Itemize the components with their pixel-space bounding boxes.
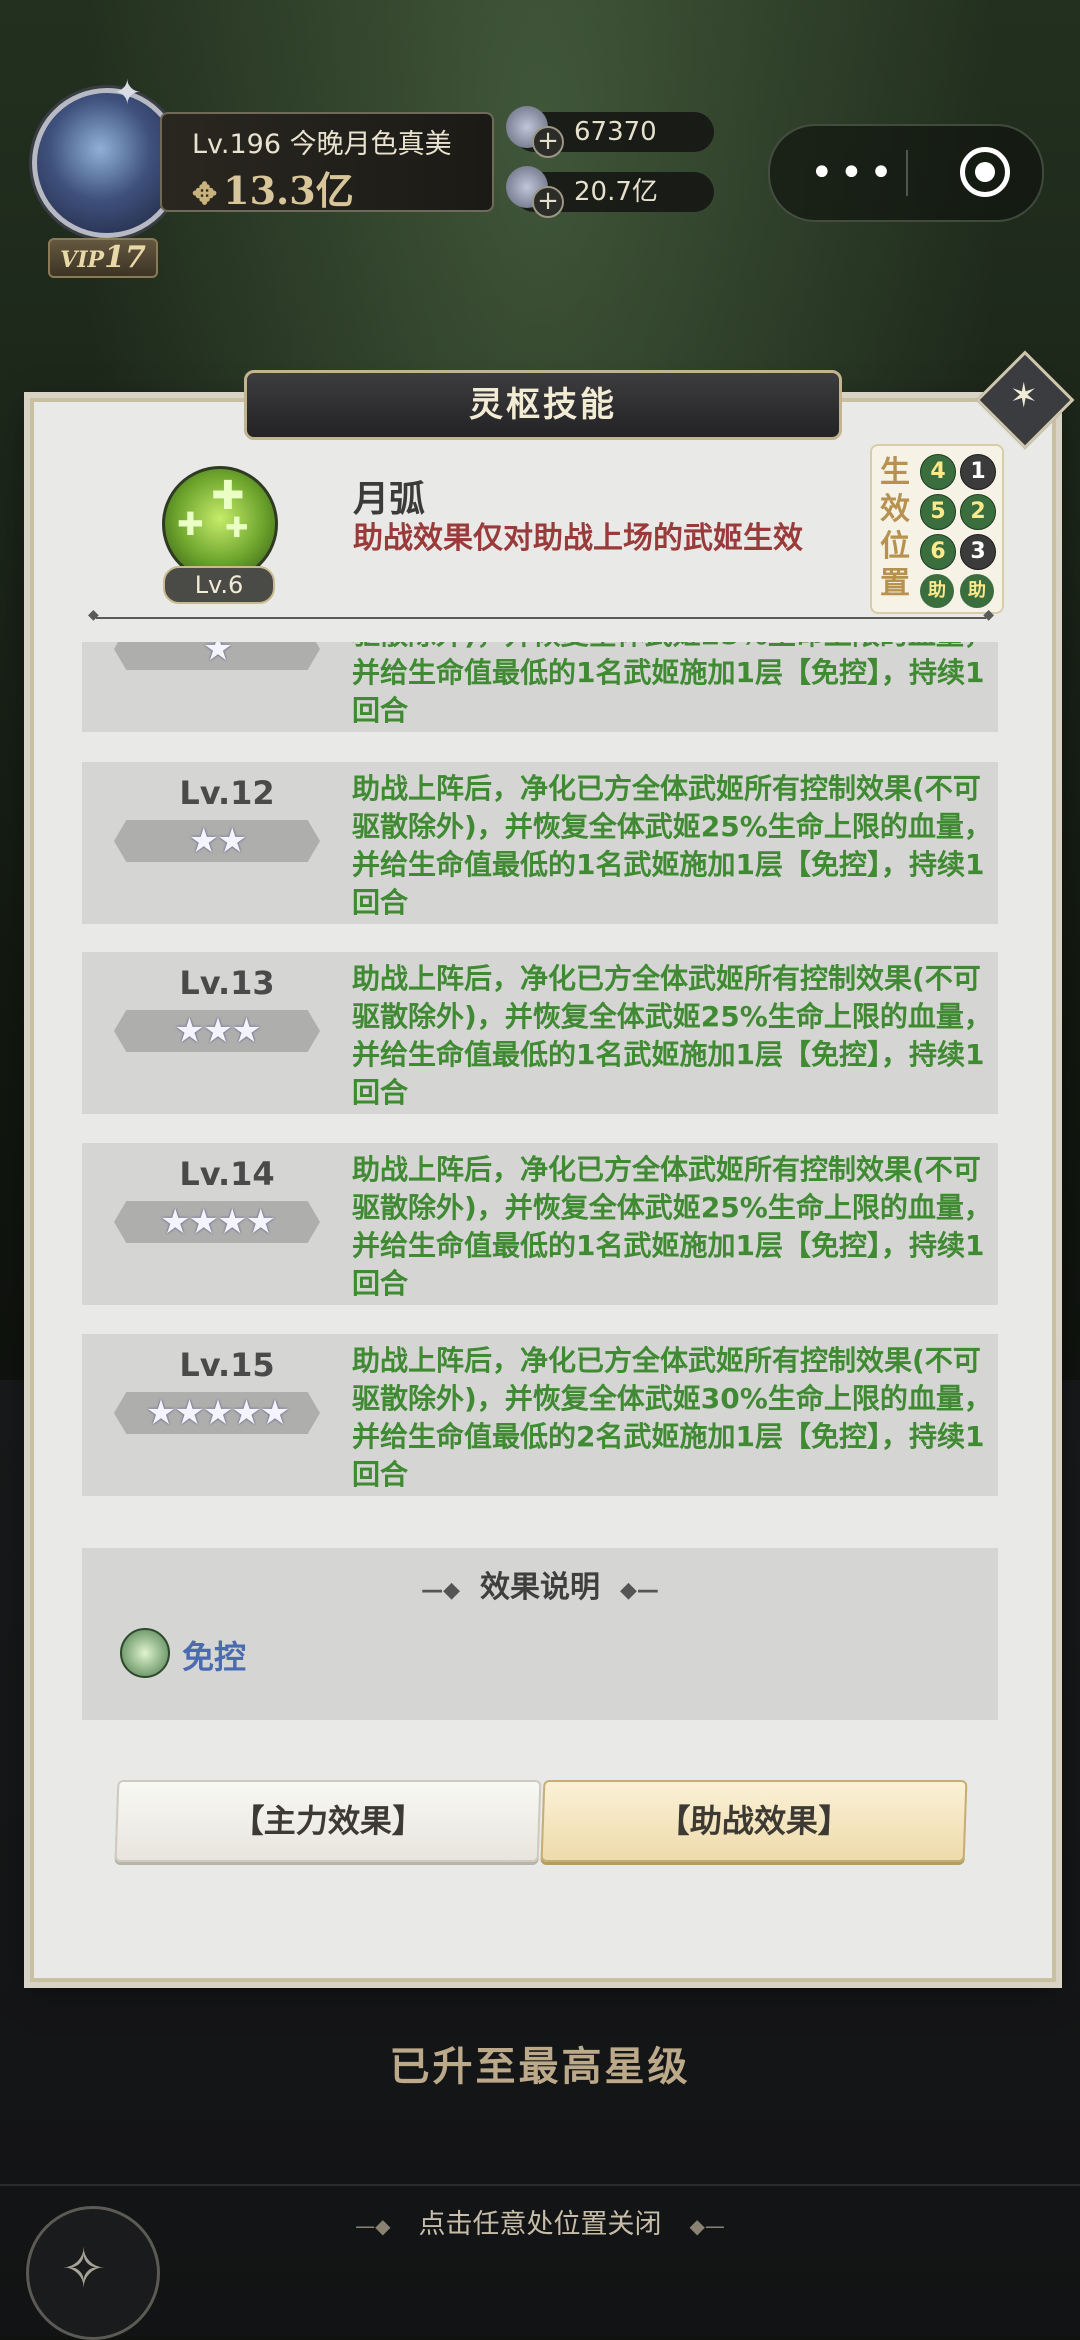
player-name: 今晚月色真美: [289, 129, 452, 160]
tab-main-effect[interactable]: 【主力效果】: [114, 1780, 542, 1862]
ornament-right-icon: ◆—: [689, 2214, 725, 2238]
player-level: Lv.196: [192, 129, 282, 160]
cross-icon: ✚: [225, 511, 249, 544]
player-power: ✥ 13.3亿: [192, 160, 354, 215]
skill-level-badge: Lv.6: [163, 566, 275, 604]
coin-resource: + 20.7亿: [506, 166, 714, 218]
skill-icon: ✚ ✚ ✚: [162, 466, 278, 582]
add-gem-button[interactable]: +: [532, 126, 564, 158]
panel-title: 灵枢技能: [469, 385, 617, 425]
player-name-line: Lv.196 今晚月色真美: [192, 122, 452, 161]
capsule-separator: [906, 150, 908, 196]
arrow-icon: ✧: [61, 2237, 107, 2300]
star-icons: ★: [202, 642, 233, 669]
star-bar: ★★★★: [114, 1201, 320, 1243]
position-cell: 6: [920, 534, 956, 570]
star-bar: ★★★: [114, 1010, 320, 1052]
control-immunity-tag[interactable]: 免控: [182, 1632, 246, 1678]
level-row: Lv.15 ★★★★★ 助战上阵后，净化已方全体武姬所有控制效果(不可驱散除外)…: [82, 1334, 998, 1496]
position-cell: 1: [960, 454, 996, 490]
star-bar: ★: [114, 642, 320, 670]
player-info-plate: Lv.196 今晚月色真美 ✥ 13.3亿: [160, 112, 494, 215]
vip-level: 17: [104, 240, 146, 275]
position-cell: 2: [960, 494, 996, 530]
effect-title-text: 效果说明: [480, 1570, 600, 1605]
gem-resource: + 67370: [506, 106, 714, 158]
control-immunity-icon[interactable]: [120, 1628, 170, 1678]
skill-description: 助战效果仅对助战上场的武姬生效: [353, 521, 803, 556]
star-icons: ★★★★: [160, 1202, 276, 1242]
navigation-button[interactable]: ✧: [26, 2206, 160, 2340]
ornament-right-icon: ◆—: [620, 1578, 659, 1603]
footer-divider: [0, 2184, 1080, 2186]
section-divider: [88, 607, 994, 623]
ornament-left-icon: —◆: [421, 1578, 460, 1603]
level-row: Lv.12 ★★ 助战上阵后，净化已方全体武姬所有控制效果(不可驱散除外)，并恢…: [82, 762, 998, 924]
level-list[interactable]: ★ 助战上阵后，净化已方全体武姬所有控制效果(不可驱散除外)，并恢复全体武姬25…: [82, 642, 998, 1502]
power-icon: ✥: [192, 177, 218, 212]
compass-star-icon: ✶: [1009, 375, 1039, 416]
level-description: 助战上阵后，净化已方全体武姬所有控制效果(不可驱散除外)，并恢复全体武姬25%生…: [352, 642, 992, 727]
level-row: ★ 助战上阵后，净化已方全体武姬所有控制效果(不可驱散除外)，并恢复全体武姬25…: [82, 642, 998, 732]
gem-value: 67370: [574, 117, 657, 147]
effect-position-box: 生效位置 4 1 5 2 6 3 助 助: [870, 444, 1004, 614]
skill-name: 月弧: [353, 479, 426, 520]
position-cell: 4: [920, 454, 956, 490]
max-star-status: 已升至最高星级: [389, 2044, 691, 2090]
level-description: 助战上阵后，净化已方全体武姬所有控制效果(不可驱散除外)，并恢复全体武姬25%生…: [352, 1153, 992, 1300]
position-cell: 助: [920, 574, 954, 608]
star-icons: ★★: [188, 821, 248, 861]
level-description: 助战上阵后，净化已方全体武姬所有控制效果(不可驱散除外)，并恢复全体武姬25%生…: [352, 962, 992, 1109]
vip-prefix: VIP: [60, 247, 105, 273]
effect-position-label: 生效位置: [880, 455, 910, 601]
position-cell: 3: [960, 534, 996, 570]
level-title: Lv.14: [179, 1155, 275, 1193]
panel-title-plate: 灵枢技能: [244, 370, 842, 440]
star-bar: ★★★★★: [114, 1392, 320, 1434]
position-cell: 助: [960, 574, 994, 608]
star-bar: ★★: [114, 820, 320, 862]
add-coin-button[interactable]: +: [532, 186, 564, 218]
coin-value: 20.7亿: [574, 177, 658, 207]
level-description: 助战上阵后，净化已方全体武姬所有控制效果(不可驱散除外)，并恢复全体武姬30%生…: [352, 1344, 992, 1491]
level-title: Lv.12: [179, 774, 275, 812]
effect-explanation: —◆ 效果说明 ◆— 免控: [82, 1548, 998, 1720]
cross-icon: ✚: [177, 505, 204, 543]
star-icons: ★★★★★: [145, 1393, 290, 1433]
close-miniprogram-icon[interactable]: [960, 147, 1010, 197]
position-grid: 4 1 5 2 6 3 助 助: [920, 454, 996, 608]
level-row: Lv.13 ★★★ 助战上阵后，净化已方全体武姬所有控制效果(不可驱散除外)，并…: [82, 952, 998, 1114]
power-value: 13.3亿: [223, 168, 354, 213]
avatar-star-icon: ✦: [113, 73, 142, 113]
close-hint-text: 点击任意处位置关闭: [418, 2209, 662, 2240]
level-title: Lv.15: [179, 1346, 275, 1384]
level-title: Lv.13: [179, 964, 275, 1002]
ornament-left-icon: —◆: [355, 2214, 391, 2238]
level-description: 助战上阵后，净化已方全体武姬所有控制效果(不可驱散除外)，并恢复全体武姬25%生…: [352, 772, 992, 919]
tab-assist-effect[interactable]: 【助战效果】: [540, 1780, 968, 1862]
star-icons: ★★★: [174, 1011, 261, 1051]
position-cell: 5: [920, 494, 956, 530]
miniprogram-capsule: •••: [768, 124, 1044, 222]
more-options-icon[interactable]: •••: [810, 150, 899, 196]
vip-badge[interactable]: VIP17: [48, 238, 158, 278]
level-row: Lv.14 ★★★★ 助战上阵后，净化已方全体武姬所有控制效果(不可驱散除外)，…: [82, 1143, 998, 1305]
close-hint[interactable]: —◆ 点击任意处位置关闭 ◆—: [0, 2202, 1080, 2241]
effect-title: —◆ 效果说明 ◆—: [82, 1562, 998, 1606]
